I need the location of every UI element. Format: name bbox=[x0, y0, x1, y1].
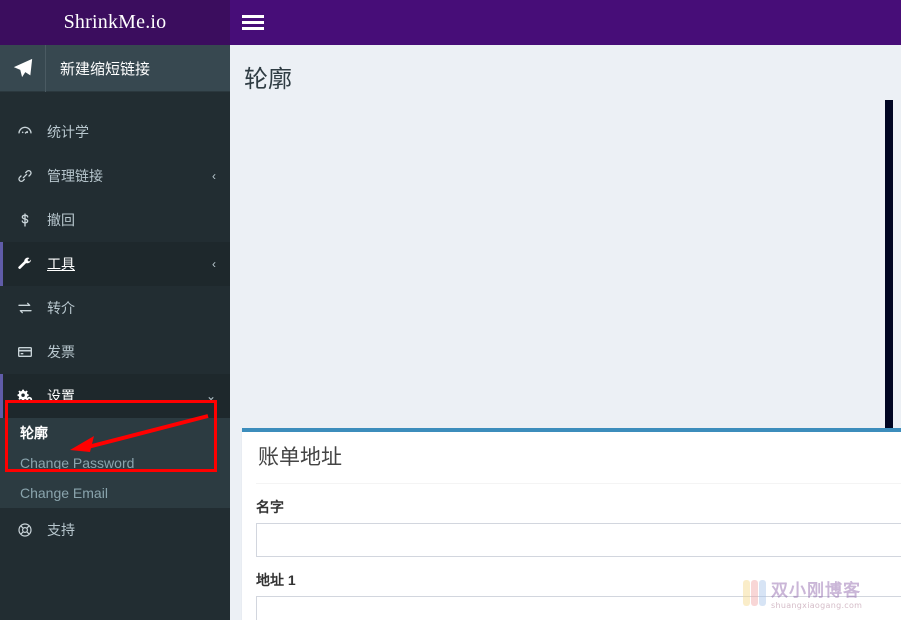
sidebar-item-support[interactable]: 支持 bbox=[0, 508, 230, 552]
dollar-icon bbox=[17, 212, 43, 228]
life-ring-icon bbox=[17, 522, 43, 538]
card-title: 账单地址 bbox=[256, 432, 901, 484]
sidebar-item-invoices[interactable]: 发票 bbox=[0, 330, 230, 374]
submenu-item-change-email[interactable]: Change Email bbox=[0, 478, 230, 508]
page-title: 轮廓 bbox=[244, 66, 292, 93]
sidebar-item-manage-links[interactable]: 管理链接 ‹ bbox=[0, 154, 230, 198]
sidebar-item-label: 撤回 bbox=[47, 212, 75, 228]
link-icon bbox=[17, 168, 43, 184]
sidebar-menu-bottom: 支持 bbox=[0, 508, 230, 552]
hamburger-bar bbox=[242, 14, 264, 18]
sidebar-item-label: 统计学 bbox=[47, 124, 89, 140]
submenu-item-change-password[interactable]: Change Password bbox=[0, 448, 230, 478]
dashboard-icon bbox=[17, 124, 43, 140]
logo-bar: ShrinkMe.io bbox=[0, 0, 230, 45]
field-label-name: 名字 bbox=[256, 499, 284, 515]
hamburger-bar bbox=[242, 20, 264, 24]
sidebar-item-label: 设置 bbox=[47, 388, 75, 404]
chevron-left-icon: ‹ bbox=[212, 257, 216, 271]
address1-input[interactable] bbox=[256, 596, 901, 620]
brand-logo[interactable]: ShrinkMe.io bbox=[64, 11, 167, 34]
gears-icon bbox=[17, 388, 43, 404]
top-navbar bbox=[230, 0, 901, 45]
sidebar-item-tools[interactable]: 工具 ‹ bbox=[0, 242, 230, 286]
field-name: 名字 bbox=[256, 484, 901, 557]
sidebar-item-label: 支持 bbox=[47, 522, 75, 538]
exchange-icon bbox=[17, 300, 43, 316]
sidebar-menu: 统计学 管理链接 ‹ 撤回 工具 ‹ 转介 发票 设置 ⌄ bbox=[0, 110, 230, 418]
submenu-item-profile[interactable]: 轮廓 bbox=[0, 418, 230, 448]
sidebar-item-withdraw[interactable]: 撤回 bbox=[0, 198, 230, 242]
sidebar-item-statistics[interactable]: 统计学 bbox=[0, 110, 230, 154]
hamburger-icon[interactable] bbox=[242, 12, 264, 32]
app-root: ShrinkMe.io 新建缩短链接 统计学 管理链接 ‹ 撤回 工具 ‹ 转介… bbox=[0, 0, 901, 620]
sidebar-item-referral[interactable]: 转介 bbox=[0, 286, 230, 330]
new-short-link-button[interactable]: 新建缩短链接 bbox=[0, 45, 230, 92]
content-area: 轮廓 账单地址 名字 地址 1 双小刚博客 shuangxiaogang.com bbox=[230, 45, 901, 620]
field-address1: 地址 1 bbox=[256, 557, 901, 620]
hamburger-bar bbox=[242, 26, 264, 30]
field-label-address1: 地址 1 bbox=[256, 572, 296, 588]
paper-plane-icon bbox=[0, 45, 46, 92]
sidebar-item-label: 转介 bbox=[47, 300, 75, 316]
name-input[interactable] bbox=[256, 523, 901, 557]
sidebar-item-label: 管理链接 bbox=[47, 168, 103, 184]
wrench-icon bbox=[17, 256, 43, 272]
sidebar: 新建缩短链接 统计学 管理链接 ‹ 撤回 工具 ‹ 转介 发票 设置 ⌄ 轮廓 … bbox=[0, 45, 230, 620]
sidebar-item-settings[interactable]: 设置 ⌄ bbox=[0, 374, 230, 418]
chevron-down-icon: ⌄ bbox=[205, 389, 216, 403]
sidebar-item-label: 发票 bbox=[47, 344, 75, 360]
credit-card-icon bbox=[17, 344, 43, 360]
billing-address-card: 账单地址 名字 地址 1 bbox=[242, 428, 901, 620]
new-short-link-label: 新建缩短链接 bbox=[60, 60, 151, 78]
dark-panel-edge bbox=[885, 100, 893, 430]
sidebar-item-label: 工具 bbox=[47, 256, 75, 272]
settings-submenu: 轮廓 Change Password Change Email bbox=[0, 418, 230, 508]
chevron-left-icon: ‹ bbox=[212, 169, 216, 183]
